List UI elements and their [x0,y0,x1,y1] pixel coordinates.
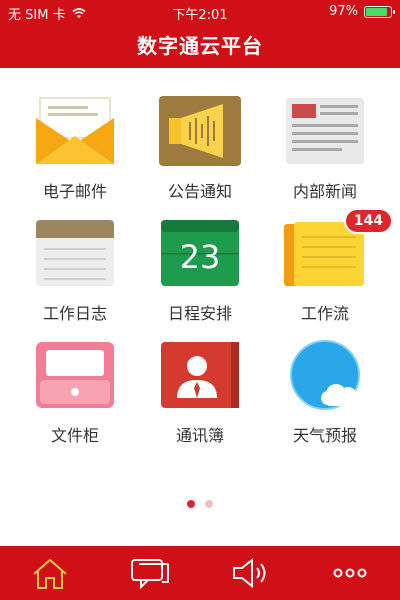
page-dot[interactable] [187,500,195,508]
app-label: 电子邮件 [42,182,107,201]
calendar-icon: 23 [161,220,239,286]
app-workflow[interactable]: 144 工作流 [265,208,393,323]
app-file-cabinet[interactable]: 文件柜 [15,334,135,445]
tab-home[interactable] [0,546,100,600]
app-news[interactable]: 内部新闻 [265,90,385,201]
battery-percent: 97% [329,4,358,19]
newspaper-icon [286,98,364,164]
email-icon [36,97,114,164]
app-worklog[interactable]: 工作日志 [15,212,135,323]
weather-icon [290,340,360,410]
messages-icon [131,559,169,590]
app-email[interactable]: 电子邮件 [15,90,135,201]
notebook-icon [36,220,114,286]
app-announcement[interactable]: 公告通知 [140,90,260,201]
app-schedule[interactable]: 23 日程安排 [140,212,260,323]
tab-messages[interactable] [100,546,200,600]
app-label: 公告通知 [167,182,232,201]
tab-announcements[interactable] [200,546,300,600]
speaker-icon [233,557,266,589]
more-icon [333,568,367,578]
app-label: 工作日志 [42,304,107,323]
page-indicator[interactable] [0,500,400,508]
app-label: 天气预报 [292,426,357,445]
contacts-icon [161,342,239,408]
app-label: 文件柜 [50,426,99,445]
app-label: 通讯簿 [175,426,224,445]
tab-bar [0,546,400,600]
cabinet-icon [36,342,114,408]
notification-badge: 144 [343,208,393,234]
app-weather[interactable]: 天气预报 [265,334,385,445]
status-bar: 无 SIM 卡 下午2:01 97% [0,0,400,24]
app-label: 内部新闻 [292,182,357,201]
app-label: 工作流 [300,304,349,323]
battery-icon [364,5,395,18]
app-label: 日程安排 [167,304,232,323]
page-dot[interactable] [205,500,213,508]
app-contacts[interactable]: 通讯簿 [140,334,260,445]
calendar-date: 23 [180,238,221,276]
home-icon [33,558,67,589]
page-title: 数字通云平台 [0,24,400,68]
megaphone-icon [159,96,241,166]
tab-more[interactable] [300,546,400,600]
